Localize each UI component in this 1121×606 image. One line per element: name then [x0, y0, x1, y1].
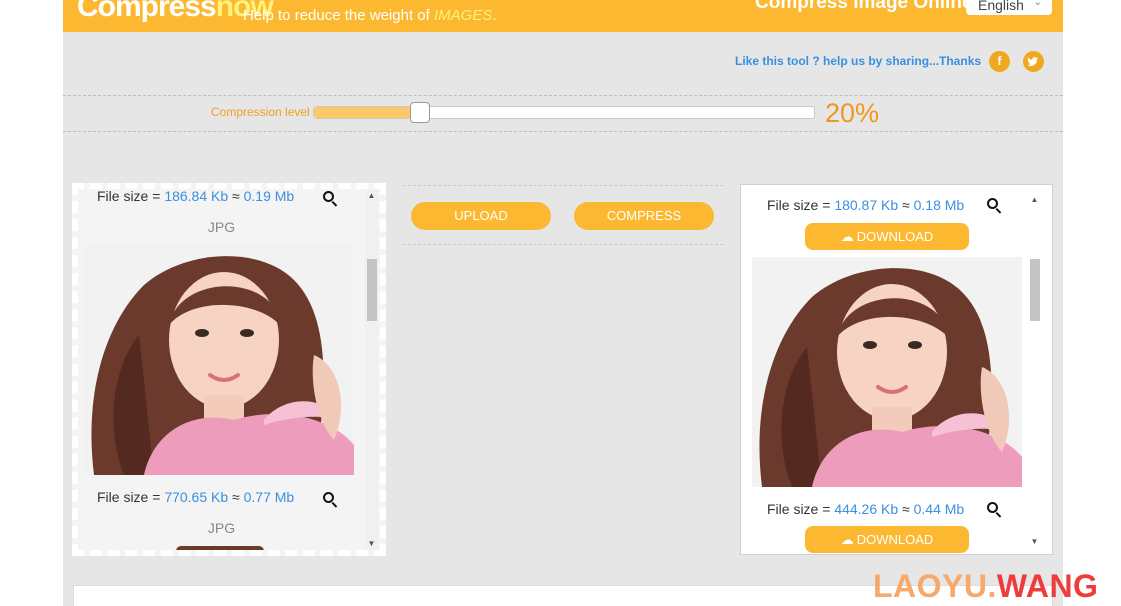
- site-title: Compress Image Online: [755, 0, 973, 13]
- approx-sign: ≈: [228, 189, 244, 204]
- portrait-photo: [752, 257, 1022, 487]
- result-list[interactable]: File size = 180.87 Kb ≈ 0.18 Mb ☁ DOWNLOA…: [741, 185, 1027, 554]
- download-label: DOWNLOAD: [856, 532, 934, 547]
- approx-sign: ≈: [228, 489, 244, 505]
- scrollbar[interactable]: ▲ ▼: [365, 189, 378, 550]
- portrait-photo: [84, 245, 354, 475]
- zoom-icon[interactable]: [987, 198, 1001, 212]
- cloud-download-icon: ☁: [840, 532, 854, 547]
- compression-label: Compression level: [211, 105, 310, 119]
- source-image[interactable]: [176, 546, 264, 550]
- file-size-kb: 186.84 Kb: [164, 189, 229, 204]
- language-value: English: [978, 0, 1024, 13]
- logo-main: Compress: [77, 0, 217, 23]
- file-size-prefix: File size =: [97, 189, 165, 204]
- file-size-kb: 444.26 Kb: [834, 501, 899, 517]
- format-label: JPG: [207, 219, 236, 235]
- file-size-kb: 180.87 Kb: [834, 197, 899, 213]
- watermark-part: LAOYU.: [873, 568, 997, 604]
- compress-button[interactable]: COMPRESS: [574, 202, 714, 230]
- app-frame: Compressnow Help to reduce the weight of…: [63, 0, 1063, 606]
- scroll-up-arrow-icon[interactable]: ▲: [1028, 195, 1041, 204]
- file-size-mb: 0.77 Mb: [243, 489, 295, 505]
- upload-button[interactable]: UPLOAD: [411, 202, 551, 230]
- language-select[interactable]: English ⌄: [966, 0, 1052, 15]
- file-size-mb: 0.44 Mb: [913, 501, 965, 517]
- download-button[interactable]: ☁ DOWNLOAD: [805, 526, 969, 553]
- chevron-down-icon: ⌄: [1033, 0, 1042, 8]
- scroll-up-arrow-icon[interactable]: ▲: [365, 191, 378, 200]
- tagline-emphasis: IMAGES: [433, 7, 493, 24]
- download-button[interactable]: ☁ DOWNLOAD: [805, 223, 969, 250]
- zoom-icon[interactable]: [323, 492, 337, 506]
- file-size-text: File size = 444.26 Kb ≈ 0.44 Mb: [767, 501, 964, 517]
- divider: [63, 95, 1063, 96]
- facebook-icon[interactable]: f: [989, 51, 1010, 72]
- result-image[interactable]: [752, 257, 1022, 487]
- file-size-mb: 0.19 Mb: [243, 189, 295, 204]
- scroll-down-arrow-icon[interactable]: ▼: [1028, 537, 1041, 546]
- file-size-prefix: File size =: [767, 197, 835, 213]
- tagline-suffix: .: [492, 7, 497, 24]
- download-label: DOWNLOAD: [856, 229, 934, 244]
- slider-thumb[interactable]: [410, 102, 430, 123]
- scrollbar-thumb[interactable]: [1030, 259, 1040, 321]
- file-size-text: File size = 770.65 Kb ≈ 0.77 Mb: [97, 489, 294, 505]
- file-size-prefix: File size =: [767, 501, 835, 517]
- tagline-text: Help to reduce the weight of: [243, 7, 434, 24]
- compression-percent: 20%: [825, 98, 880, 128]
- file-size-text: File size = 180.87 Kb ≈ 0.18 Mb: [767, 197, 964, 213]
- compression-slider[interactable]: [313, 102, 815, 123]
- scroll-down-arrow-icon[interactable]: ▼: [365, 539, 378, 548]
- file-size-text: File size = 186.84 Kb ≈ 0.19 Mb: [97, 189, 294, 204]
- format-label: JPG: [207, 520, 236, 536]
- slider-fill: [314, 107, 420, 118]
- file-size-kb: 770.65 Kb: [164, 489, 229, 505]
- approx-sign: ≈: [898, 197, 914, 213]
- source-image[interactable]: [84, 245, 354, 475]
- file-size-mb: 0.18 Mb: [913, 197, 965, 213]
- approx-sign: ≈: [898, 501, 914, 517]
- scrollbar[interactable]: ▲ ▼: [1028, 185, 1041, 554]
- source-images-panel: File size = 186.84 Kb ≈ 0.19 Mb JPG File…: [72, 183, 386, 556]
- zoom-icon[interactable]: [323, 191, 337, 205]
- file-size-prefix: File size =: [97, 489, 165, 505]
- tagline: Help to reduce the weight of IMAGES.: [243, 7, 496, 24]
- watermark-part: WANG: [996, 568, 1099, 604]
- top-bar: Compressnow Help to reduce the weight of…: [63, 0, 1063, 32]
- watermark: LAOYU.WANG: [873, 568, 1098, 605]
- share-text[interactable]: Like this tool ? help us by sharing...Th…: [735, 54, 981, 68]
- divider: [63, 131, 1063, 132]
- scrollbar-thumb[interactable]: [367, 259, 377, 321]
- action-bar: UPLOAD COMPRESS: [403, 185, 723, 245]
- result-images-panel: File size = 180.87 Kb ≈ 0.18 Mb ☁ DOWNLOA…: [740, 184, 1053, 555]
- twitter-icon[interactable]: [1023, 51, 1044, 72]
- source-list[interactable]: File size = 186.84 Kb ≈ 0.19 Mb JPG File…: [78, 189, 365, 550]
- cloud-download-icon: ☁: [840, 229, 854, 244]
- zoom-icon[interactable]: [987, 502, 1001, 516]
